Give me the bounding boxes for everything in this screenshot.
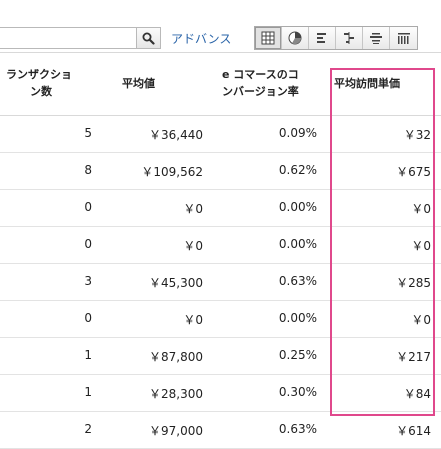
table-row: 5 ￥36,440 0.09% ￥32 [0,116,441,153]
cell-conversion-rate: 0.25% [278,348,317,362]
header-per-visit-value[interactable]: 平均訪問単価 [334,75,400,92]
cell-average-value: ￥45,300 [149,276,203,290]
report-toolbar: アドバンス [0,0,441,52]
table-row: 3 ￥45,300 0.63% ￥285 [0,264,441,301]
header-ecommerce-conversion-rate[interactable]: e コマースのコ ンバージョン率 [222,66,332,100]
cell-per-visit-value: ￥32 [403,128,431,142]
cell-conversion-rate: 0.09% [278,126,317,140]
advanced-filter-link[interactable]: アドバンス [171,30,231,47]
cell-average-value: ￥36,440 [149,128,203,142]
cell-per-visit-value: ￥84 [403,387,431,401]
cell-conversion-rate: 0.63% [278,274,317,288]
header-average-value[interactable]: 平均値 [122,75,155,92]
table-row: 0 ￥0 0.00% ￥0 [0,301,441,338]
cell-conversion-rate: 0.62% [278,163,317,177]
cell-conversion-rate: 0.00% [278,311,317,325]
cell-transactions: 0 [84,237,92,251]
table-header: ランザクショ ン数 平均値 e コマースのコ ンバージョン率 平均訪問単価 [0,52,441,116]
header-transactions-line1: ランザクショ [6,68,72,81]
cell-average-value: ￥0 [183,202,203,216]
report-table: ランザクショ ン数 平均値 e コマースのコ ンバージョン率 平均訪問単価 5 ￥… [0,52,441,449]
bar-chart-icon [317,33,326,43]
pie-chart-icon [288,31,302,45]
comparison-icon [344,32,354,44]
bar-view-button[interactable] [309,27,336,49]
cell-average-value: ￥0 [183,239,203,253]
grid-icon [261,31,275,45]
cell-conversion-rate: 0.30% [278,385,317,399]
cell-per-visit-value: ￥614 [396,424,431,438]
cell-conversion-rate: 0.63% [278,422,317,436]
cell-per-visit-value: ￥217 [396,350,431,364]
cell-transactions: 0 [84,311,92,325]
table-row: 1 ￥28,300 0.30% ￥84 [0,375,441,412]
table-row: 0 ￥0 0.00% ￥0 [0,190,441,227]
cell-per-visit-value: ￥675 [396,165,431,179]
cell-transactions: 1 [84,385,92,399]
table-view-button[interactable] [255,27,282,49]
term-cloud-view-button[interactable] [363,27,390,49]
cell-transactions: 0 [84,200,92,214]
search-button[interactable] [136,27,161,49]
table-row: 0 ￥0 0.00% ￥0 [0,227,441,264]
cell-per-visit-value: ￥0 [411,202,431,216]
cell-per-visit-value: ￥0 [411,313,431,327]
term-cloud-icon [370,33,382,44]
cell-transactions: 2 [84,422,92,436]
header-transactions-line2: ン数 [30,85,52,98]
header-transactions[interactable]: ランザクショ ン数 [6,66,96,100]
cell-transactions: 1 [84,348,92,362]
comparison-view-button[interactable] [336,27,363,49]
cell-transactions: 8 [84,163,92,177]
pivot-view-button[interactable] [390,27,417,49]
cell-average-value: ￥109,562 [141,165,203,179]
header-ecommerce-line2: ンバージョン率 [222,85,299,98]
cell-average-value: ￥97,000 [149,424,203,438]
table-body: 5 ￥36,440 0.09% ￥32 8 ￥109,562 0.62% ￥675 0 ￥0 0.0… [0,116,441,449]
cell-transactions: 3 [84,274,92,288]
cell-average-value: ￥87,800 [149,350,203,364]
table-row: 1 ￥87,800 0.25% ￥217 [0,338,441,375]
cell-average-value: ￥28,300 [149,387,203,401]
header-ecommerce-line1: e コマースのコ [222,68,299,81]
table-row: 8 ￥109,562 0.62% ￥675 [0,153,441,190]
cell-per-visit-value: ￥285 [396,276,431,290]
table-row: 2 ￥97,000 0.63% ￥614 [0,412,441,449]
view-switcher [254,26,418,50]
cell-conversion-rate: 0.00% [278,200,317,214]
magnifier-icon [142,32,155,45]
cell-transactions: 5 [84,126,92,140]
cell-conversion-rate: 0.00% [278,237,317,251]
cell-average-value: ￥0 [183,313,203,327]
pivot-icon [397,33,410,44]
cell-per-visit-value: ￥0 [411,239,431,253]
pie-view-button[interactable] [282,27,309,49]
